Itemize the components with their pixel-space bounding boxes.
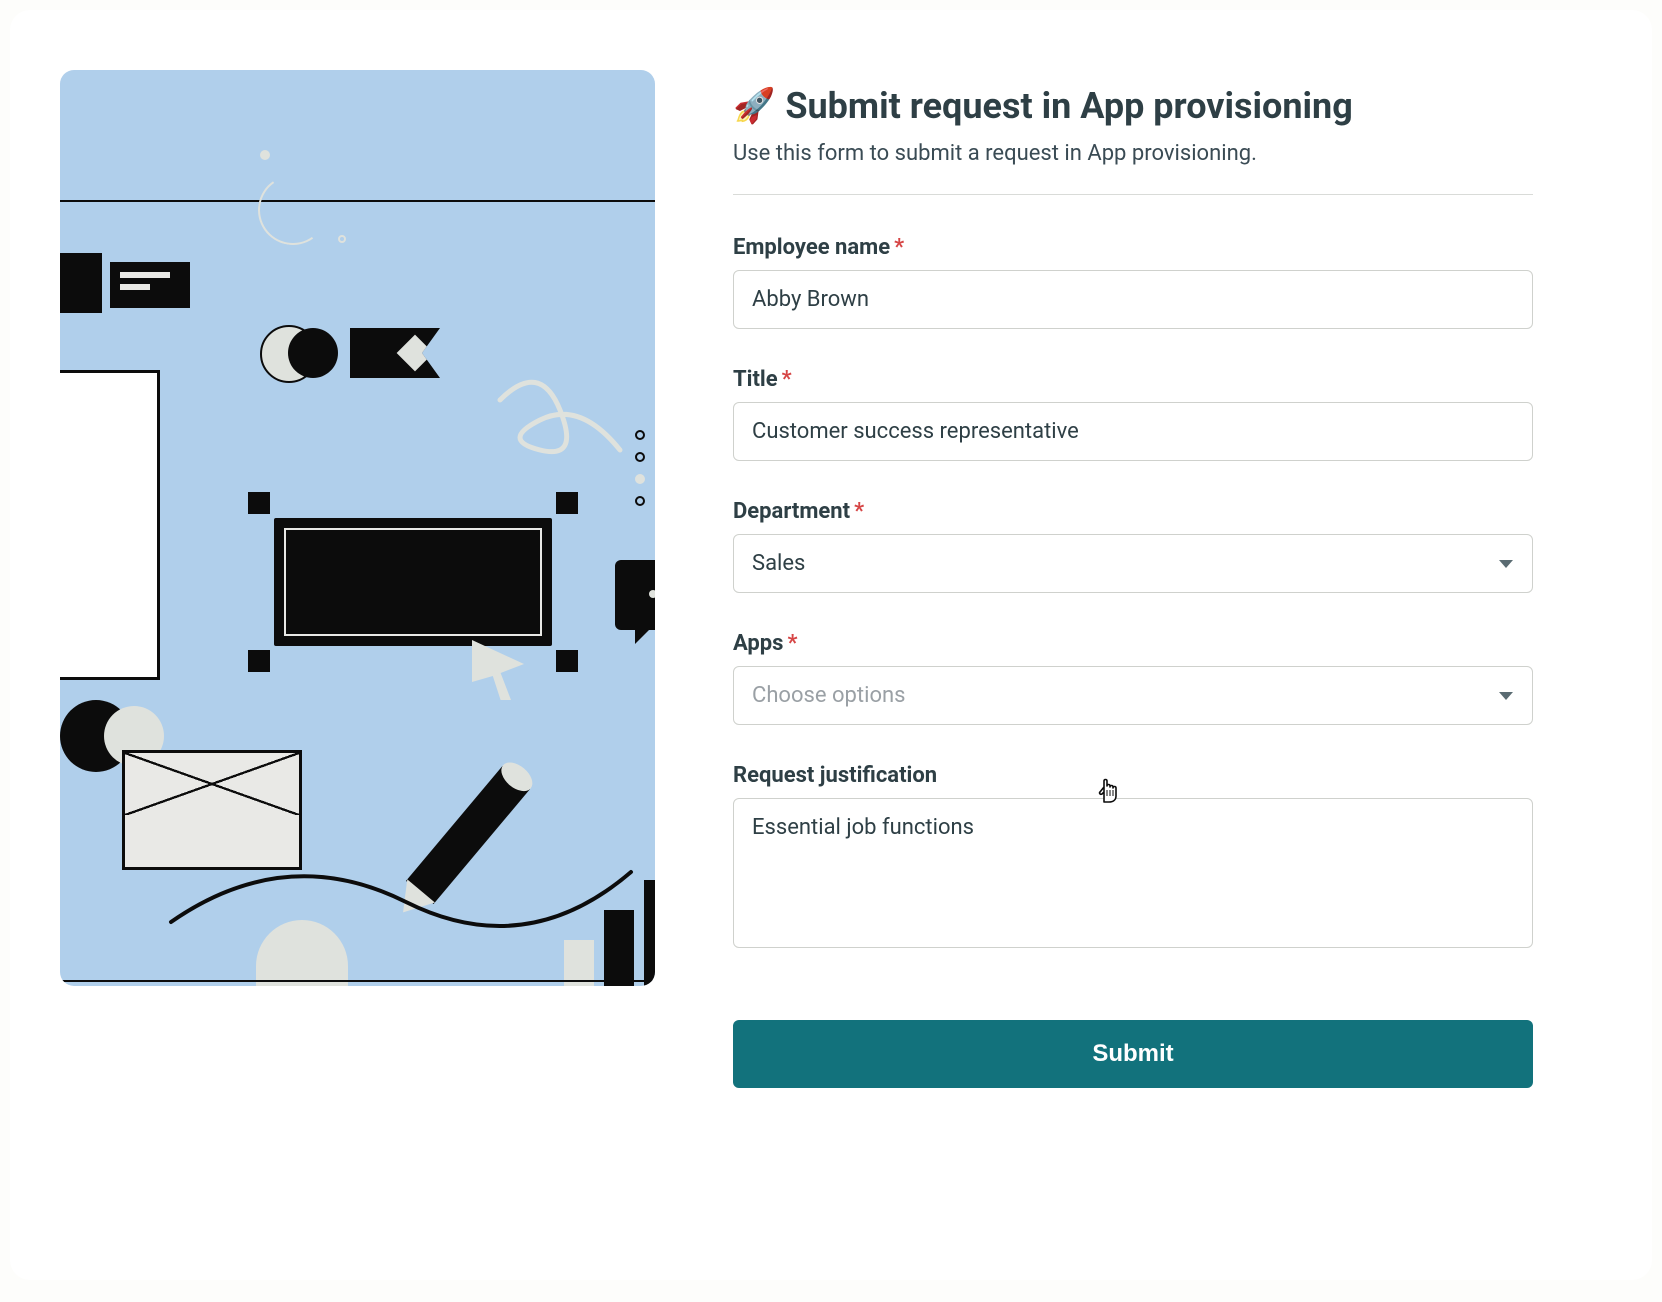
justification-input[interactable]	[733, 798, 1533, 948]
field-justification: Request justification	[733, 763, 1533, 952]
department-label: Department*	[733, 499, 1533, 524]
department-value: Sales	[752, 551, 805, 576]
field-employee-name: Employee name*	[733, 235, 1533, 329]
field-title: Title*	[733, 367, 1533, 461]
divider	[733, 194, 1533, 195]
required-mark: *	[854, 499, 864, 524]
employee-name-label: Employee name*	[733, 235, 1533, 260]
page-title: 🚀 Submit request in App provisioning	[733, 85, 1533, 127]
label-text: Apps	[733, 631, 783, 656]
employee-name-input[interactable]	[733, 270, 1533, 329]
apps-placeholder: Choose options	[752, 683, 906, 708]
required-mark: *	[894, 235, 904, 260]
rocket-icon: 🚀	[733, 86, 775, 126]
page-title-text: Submit request in App provisioning	[785, 85, 1352, 127]
title-label: Title*	[733, 367, 1533, 392]
apps-label: Apps*	[733, 631, 1533, 656]
label-text: Request justification	[733, 763, 937, 788]
label-text: Department	[733, 499, 850, 524]
required-mark: *	[787, 631, 797, 656]
field-apps: Apps* Choose options	[733, 631, 1533, 725]
required-mark: *	[782, 367, 792, 392]
apps-select[interactable]: Choose options	[733, 666, 1533, 725]
label-text: Title	[733, 367, 778, 392]
title-input[interactable]	[733, 402, 1533, 461]
justification-label: Request justification	[733, 763, 1533, 788]
field-department: Department* Sales	[733, 499, 1533, 593]
department-select[interactable]: Sales	[733, 534, 1533, 593]
form-container: 🚀 Submit request in App provisioning Use…	[733, 85, 1533, 1088]
decorative-illustration	[60, 70, 655, 986]
label-text: Employee name	[733, 235, 890, 260]
submit-button[interactable]: Submit	[733, 1020, 1533, 1088]
page-subtitle: Use this form to submit a request in App…	[733, 141, 1533, 166]
